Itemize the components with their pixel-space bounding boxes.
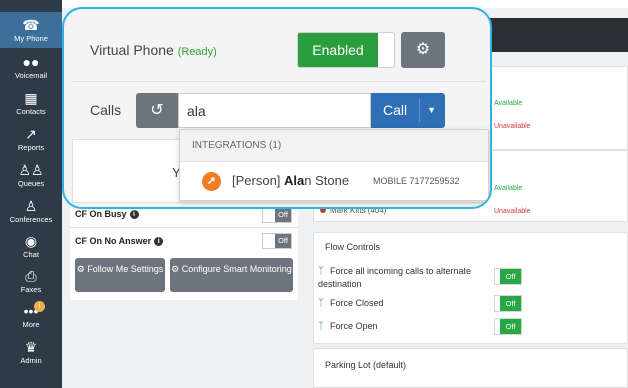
divider (419, 99, 420, 122)
cf-on-busy-toggle[interactable]: Off (262, 207, 292, 223)
phone-settings-button[interactable]: ⚙ (401, 32, 445, 68)
info-icon[interactable]: i (154, 237, 164, 246)
follow-me-settings-button[interactable]: ⚙ Follow Me Settings (75, 258, 165, 292)
branch-icon: ᛉ (318, 266, 324, 277)
integration-logo-icon: ➚ (202, 172, 221, 191)
flow-control-row: ᛉ Force Closed (318, 298, 384, 309)
flow-control-row: ᛉ Force all incoming calls to alternate d… (318, 266, 472, 289)
dial-search-input[interactable] (178, 93, 371, 128)
warning-badge-icon: ! (34, 301, 45, 312)
phone-icon: ☎ (22, 17, 40, 33)
chat-icon: ◉ (24, 233, 38, 249)
sidebar-item-queues[interactable]: ♙♙ Queues (0, 157, 62, 193)
voicemail-icon: ●● (22, 54, 40, 70)
calls-label: Calls (90, 102, 122, 118)
sidebar-item-faxes[interactable]: ⎙ Faxes (0, 263, 62, 299)
configure-smart-monitoring-button[interactable]: ⚙ Configure Smart Monitoring (170, 258, 293, 292)
status-text: Unavailable (494, 123, 531, 130)
history-icon: ↺ (150, 102, 164, 119)
sidebar-item-contacts[interactable]: ▦ Contacts (0, 85, 62, 121)
search-result-item[interactable]: ➚ [Person] Alan Stone MOBILE 7177259532 (180, 163, 488, 201)
force-alternate-toggle[interactable]: Off (494, 268, 522, 285)
divider (70, 227, 298, 228)
result-number: MOBILE 7177259532 (373, 176, 460, 186)
conferences-icon: ♙ (24, 198, 38, 214)
cf-on-no-answer-toggle[interactable]: Off (262, 233, 292, 249)
virtual-phone-title: Virtual Phone (Ready) (90, 42, 217, 58)
fax-icon: ⎙ (25, 268, 37, 284)
sidebar-item-reports[interactable]: ↗ Reports (0, 121, 62, 157)
ready-status: (Ready) (177, 46, 217, 58)
flow-controls-title: Flow Controls (325, 242, 381, 252)
dark-header-bar (470, 18, 628, 52)
status-text: Available (494, 100, 523, 107)
branch-icon: ᛉ (318, 298, 324, 309)
contacts-icon: ▦ (24, 90, 38, 106)
force-closed-toggle[interactable]: Off (494, 295, 522, 312)
queues-icon: ♙♙ (18, 162, 44, 178)
branch-icon: ᛉ (318, 321, 324, 332)
flow-control-row: ᛉ Force Open (318, 321, 378, 332)
sidebar-item-more[interactable]: ••• ! More (0, 298, 62, 334)
status-text: Available (494, 185, 523, 192)
call-history-button[interactable]: ↺ (136, 93, 178, 128)
gear-icon: ⚙ (76, 264, 88, 274)
sidebar-item-conferences[interactable]: ♙ Conferences (0, 193, 62, 229)
force-open-toggle[interactable]: Off (494, 318, 522, 335)
virtual-phone-card: Virtual Phone (Ready) Enabled ⚙ Calls ↺ … (62, 7, 492, 209)
sidebar-item-voicemail[interactable]: ●● Voicemail (0, 49, 62, 85)
result-name: [Person] Alan Stone (232, 173, 350, 188)
admin-icon: ♛ (24, 339, 38, 355)
sidebar-item-my-phone[interactable]: ☎ My Phone (0, 12, 62, 48)
status-text: Unavailable (494, 208, 531, 215)
info-icon[interactable]: i (129, 210, 139, 219)
gear-icon: ⚙ (415, 41, 431, 58)
more-icon: ••• (23, 303, 39, 319)
sidebar-item-chat[interactable]: ◉ Chat (0, 228, 62, 264)
sidebar-item-admin[interactable]: ♛ Admin (0, 334, 62, 370)
integrations-header: INTEGRATIONS (1) (180, 130, 488, 162)
divider (72, 81, 486, 82)
cf-on-no-answer-row: CF On No Answer i (75, 231, 164, 251)
caret-down-icon[interactable]: ▼ (427, 93, 436, 128)
call-button[interactable]: Call ▼ (371, 93, 445, 128)
parking-lot-title: Parking Lot (default) (325, 360, 407, 370)
reports-icon: ↗ (25, 126, 37, 142)
enabled-toggle[interactable]: Enabled (297, 32, 395, 68)
gear-icon: ⚙ (171, 264, 182, 274)
search-results-dropdown: INTEGRATIONS (1) ➚ [Person] Alan Stone M… (179, 129, 489, 201)
sidebar: ☎ My Phone ●● Voicemail ▦ Contacts ↗ Rep… (0, 0, 62, 388)
